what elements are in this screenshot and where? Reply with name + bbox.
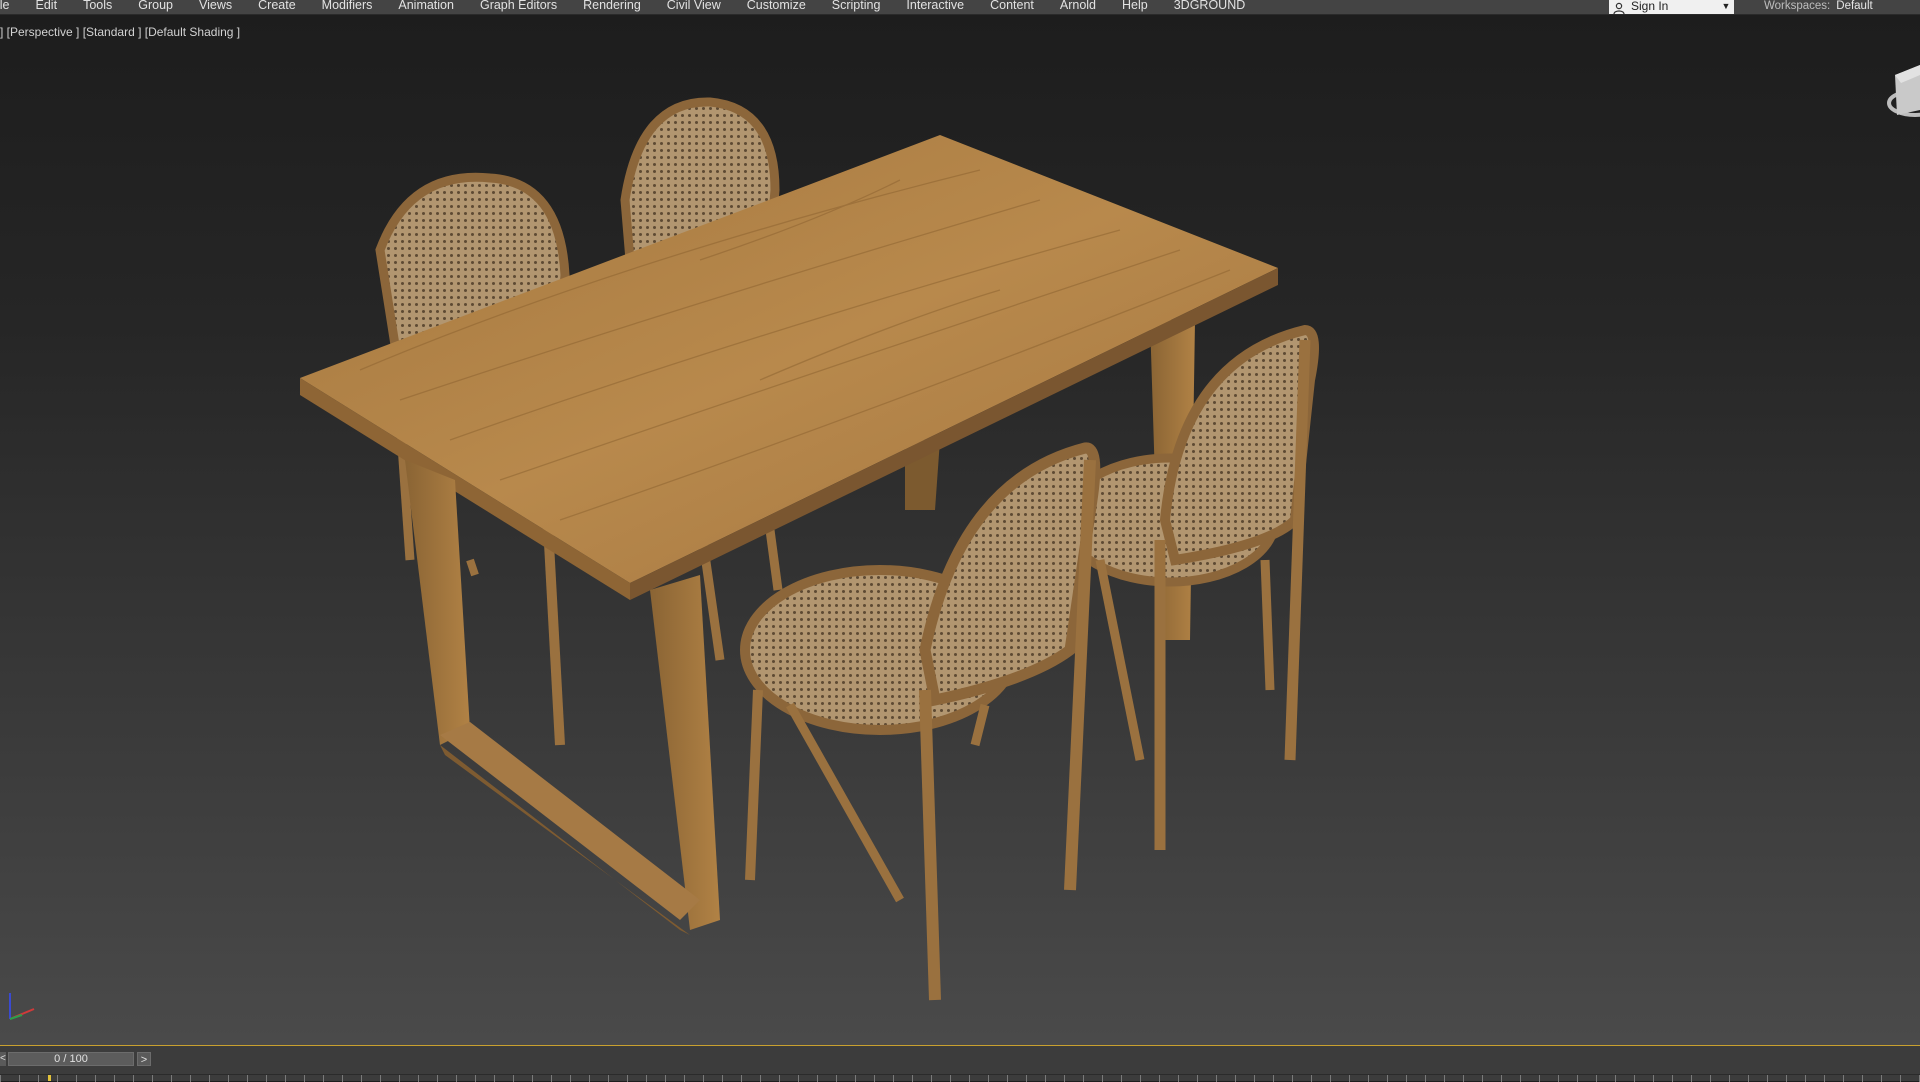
user-icon [1613, 2, 1625, 14]
menu-item-3dground[interactable]: 3DGROUND [1161, 0, 1259, 12]
time-slider[interactable]: 0 / 100 [8, 1052, 134, 1066]
menu-item-group[interactable]: Group [125, 0, 186, 12]
sign-in-label: Sign In [1631, 0, 1669, 13]
menu-item-help[interactable]: Help [1109, 0, 1161, 12]
timeline-prev-button[interactable]: < [0, 1052, 6, 1066]
perspective-viewport[interactable]: ] [Perspective ] [Standard ] [Default Sh… [0, 15, 1920, 1045]
menu-item-civil-view[interactable]: Civil View [654, 0, 734, 12]
menu-item-tools[interactable]: Tools [70, 0, 125, 12]
menu-item-arnold[interactable]: Arnold [1047, 0, 1109, 12]
menu-item-animation[interactable]: Animation [385, 0, 467, 12]
menu-items: ile Edit Tools Group Views Create Modifi… [0, 0, 1258, 12]
axis-gizmo-icon [9, 993, 35, 1020]
menu-item-edit[interactable]: Edit [23, 0, 71, 12]
timeline-next-button[interactable]: > [137, 1052, 151, 1066]
current-frame-marker[interactable] [48, 1075, 51, 1081]
menu-item-content[interactable]: Content [977, 0, 1047, 12]
menu-item-graph-editors[interactable]: Graph Editors [467, 0, 570, 12]
menu-item-interactive[interactable]: Interactive [893, 0, 977, 12]
menu-item-scripting[interactable]: Scripting [819, 0, 894, 12]
viewcube-icon[interactable] [1875, 55, 1920, 135]
scene-render[interactable] [0, 15, 1920, 1045]
workspaces-label: Workspaces: [1764, 0, 1831, 12]
sign-in-dropdown[interactable]: Sign In ▼ [1609, 0, 1734, 14]
menu-item-file[interactable]: ile [0, 0, 23, 12]
workspaces-selector[interactable]: Workspaces: Default [1764, 0, 1873, 14]
menu-item-create[interactable]: Create [245, 0, 309, 12]
menu-item-modifiers[interactable]: Modifiers [309, 0, 386, 12]
workspaces-value[interactable]: Default [1836, 0, 1872, 12]
chevron-down-icon: ▼ [1721, 1, 1731, 11]
timeline-track[interactable] [0, 1074, 1920, 1082]
menu-item-views[interactable]: Views [186, 0, 245, 12]
menu-bar: ile Edit Tools Group Views Create Modifi… [0, 0, 1920, 15]
menu-item-rendering[interactable]: Rendering [570, 0, 654, 12]
menu-item-customize[interactable]: Customize [734, 0, 819, 12]
chair-front-left[interactable] [740, 442, 1101, 1001]
timeline-bar: < 0 / 100 > [0, 1045, 1920, 1082]
